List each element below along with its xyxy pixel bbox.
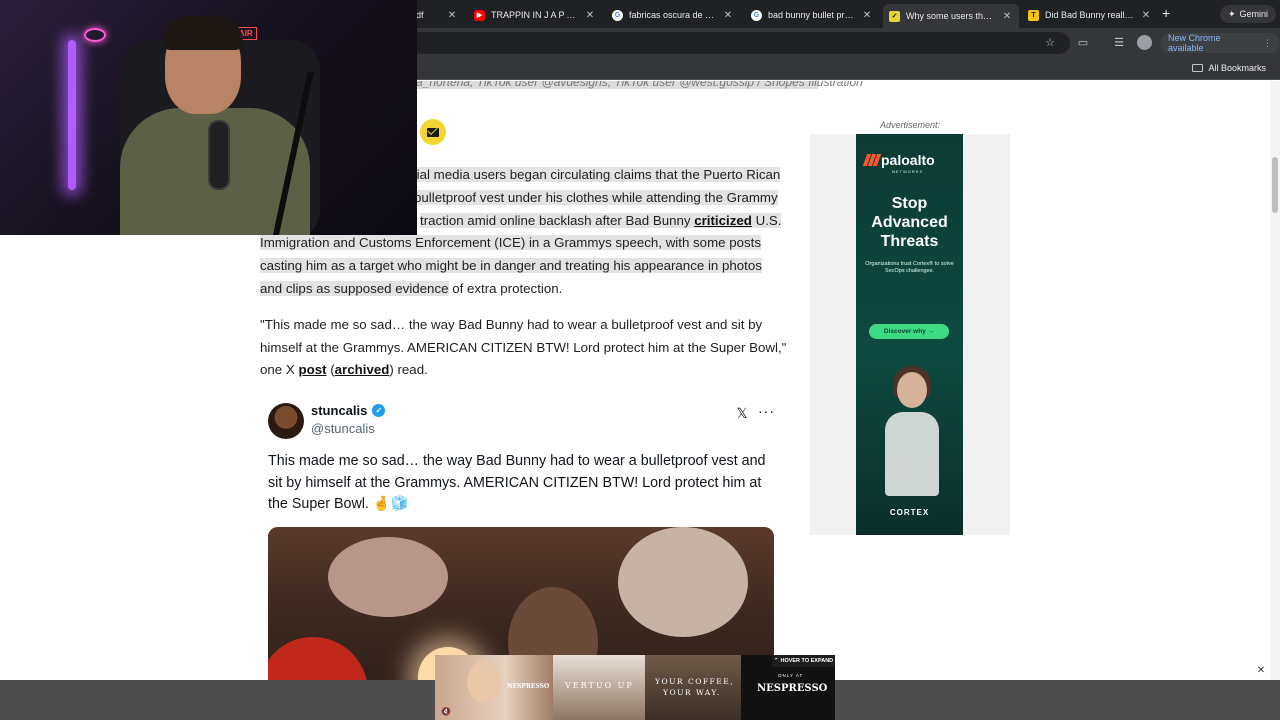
- webcam-overlay: ON AIR: [0, 0, 417, 235]
- chevron-up-icon: ⌃: [773, 658, 779, 664]
- ad-panel: NESPRESSO 🔇: [435, 655, 553, 720]
- text-line: traction amid online backlash after Bad …: [420, 212, 695, 228]
- text-line: bulletproof vest under his clothes while…: [414, 189, 778, 205]
- archived-link[interactable]: archived: [335, 362, 390, 377]
- tweet-handle[interactable]: @stuncalis: [311, 421, 375, 436]
- tab-truth[interactable]: T Did Bad Bunny really we ✕: [1022, 4, 1158, 26]
- truth-icon: T: [1028, 9, 1039, 21]
- cortex-logo: CORTEX: [889, 508, 930, 517]
- paloalto-logo: paloalto: [862, 152, 935, 168]
- close-icon[interactable]: ✕: [446, 10, 458, 21]
- nespresso-logo: NESPRESSO: [507, 683, 550, 690]
- text-line: cial media users began circulating claim…: [410, 167, 781, 182]
- kebab-menu-icon[interactable]: ⋮: [1263, 38, 1272, 49]
- tab-title: bad bunny bullet proof v: [768, 10, 855, 20]
- microphone-icon: [208, 120, 230, 190]
- share-email-button[interactable]: [420, 119, 446, 145]
- close-ad-icon[interactable]: ✕: [1255, 665, 1267, 677]
- your-way-text: YOUR WAY.: [663, 688, 721, 697]
- text-line: U.S.: [751, 212, 782, 228]
- more-options-icon[interactable]: ···: [758, 403, 775, 419]
- video-figure: [328, 537, 448, 617]
- paren-text: (: [326, 362, 335, 378]
- tab-google-1[interactable]: G fabricas oscura de la ch ✕: [606, 4, 740, 26]
- tab-title: fabricas oscura de la ch: [629, 10, 716, 20]
- article-paragraph-2: "This made me so sad… the way Bad Bunny …: [260, 314, 790, 382]
- close-icon[interactable]: ✕: [1001, 11, 1013, 22]
- tab-title: df: [416, 10, 424, 20]
- video-figure: [618, 527, 748, 637]
- only-at-text: ONLY AT: [778, 673, 804, 678]
- bookmark-star-icon[interactable]: ☆: [1043, 36, 1057, 50]
- all-bookmarks-label: All Bookmarks: [1208, 63, 1266, 73]
- text-line: casting him as a target who might be in …: [260, 258, 762, 274]
- tab-snopes[interactable]: ✓ Why some users though ✕: [883, 4, 1019, 28]
- reading-list-icon[interactable]: ☰: [1112, 36, 1126, 50]
- hover-to-expand-tab[interactable]: ⌃ HOVER TO EXPAND: [772, 655, 835, 667]
- neon-light: [68, 40, 76, 190]
- profile-avatar[interactable]: [1137, 35, 1152, 50]
- close-icon[interactable]: ✕: [722, 10, 734, 21]
- text-line: and clips as supposed evidence: [260, 280, 449, 296]
- image-credit: a_norteña; TikTok user @avdesigns; TikTo…: [416, 81, 863, 89]
- verified-badge-icon: ✓: [372, 404, 386, 417]
- nespresso-wordmark: NESPRESSO: [757, 683, 828, 694]
- paloalto-ad[interactable]: paloalto NETWORKS Stop Advanced Threats …: [856, 134, 963, 535]
- ad-panel: VERTUO UP: [553, 655, 645, 720]
- ad-brand-sub: NETWORKS: [892, 169, 924, 174]
- text-line: Immigration and Customs Enforcement (ICE…: [260, 235, 762, 251]
- tweet-text: This made me so sad… the way Bad Bunny h…: [268, 453, 766, 512]
- google-icon: G: [751, 9, 762, 21]
- tab-google-2[interactable]: G bad bunny bullet proof v ✕: [745, 4, 879, 26]
- folder-icon: [1192, 64, 1204, 72]
- youtube-icon: ▶: [474, 9, 485, 21]
- discover-why-button[interactable]: Discover why →: [869, 324, 949, 339]
- tweet-avatar[interactable]: [268, 403, 304, 439]
- close-icon[interactable]: ✕: [584, 10, 596, 21]
- gemini-label: Gemini: [1239, 9, 1269, 19]
- google-icon: G: [612, 9, 623, 21]
- snopes-icon: ✓: [889, 10, 900, 22]
- close-icon[interactable]: ✕: [1140, 10, 1152, 21]
- read-text: ) read.: [389, 362, 428, 378]
- tab-title: Did Bad Bunny really we: [1045, 10, 1134, 20]
- screen: df ✕ ▶ TRAPPIN IN J A P A N ✕ G fabricas…: [0, 0, 1280, 720]
- cast-icon[interactable]: ▭: [1076, 36, 1090, 50]
- new-chrome-label: New Chrome available: [1168, 33, 1221, 53]
- advertisement-label: Advertisement:: [879, 120, 941, 130]
- tweet-author[interactable]: stuncalis ✓: [311, 403, 386, 418]
- ad-model-face: [467, 661, 501, 703]
- text-line: of extra protection.: [448, 280, 563, 296]
- gemini-button[interactable]: ✦ Gemini: [1220, 5, 1277, 23]
- ad-person-image: [881, 366, 943, 496]
- vertuo-up-text: VERTUO UP: [565, 681, 634, 690]
- ad-panel: YOUR COFFEE, YOUR WAY.: [645, 655, 741, 720]
- ad-body: Organizations trust Cortex® to solve Sec…: [865, 261, 954, 274]
- mute-icon[interactable]: 🔇: [441, 707, 451, 716]
- ad-brand: paloalto: [881, 152, 935, 168]
- post-link[interactable]: post: [298, 362, 326, 377]
- criticized-link[interactable]: criticized: [694, 213, 752, 228]
- scrollbar-thumb[interactable]: [1272, 157, 1278, 213]
- email-icon: [427, 127, 439, 137]
- x-logo-icon[interactable]: 𝕏: [734, 405, 750, 421]
- tab-title: TRAPPIN IN J A P A N: [491, 10, 578, 20]
- close-icon[interactable]: ✕: [861, 10, 873, 21]
- hover-to-expand-label: HOVER TO EXPAND: [780, 658, 834, 664]
- streamer-hair: [163, 16, 243, 50]
- tab-doc[interactable]: df ✕: [410, 4, 464, 26]
- paloalto-logo-icon: [862, 154, 882, 166]
- your-coffee-text: YOUR COFFEE,: [655, 677, 735, 686]
- ufo-neon-icon: [84, 28, 106, 42]
- address-bar[interactable]: [410, 32, 1070, 54]
- tab-youtube[interactable]: ▶ TRAPPIN IN J A P A N ✕: [468, 4, 602, 26]
- new-tab-button[interactable]: +: [1162, 5, 1170, 21]
- new-chrome-available-button[interactable]: New Chrome available ⋮: [1160, 33, 1280, 53]
- tab-title: Why some users though: [906, 11, 995, 21]
- gemini-icon: ✦: [1228, 8, 1236, 19]
- tweet-author-name: stuncalis: [311, 403, 368, 418]
- ad-headline: Stop Advanced Threats: [871, 195, 948, 250]
- all-bookmarks-button[interactable]: All Bookmarks: [1192, 63, 1266, 73]
